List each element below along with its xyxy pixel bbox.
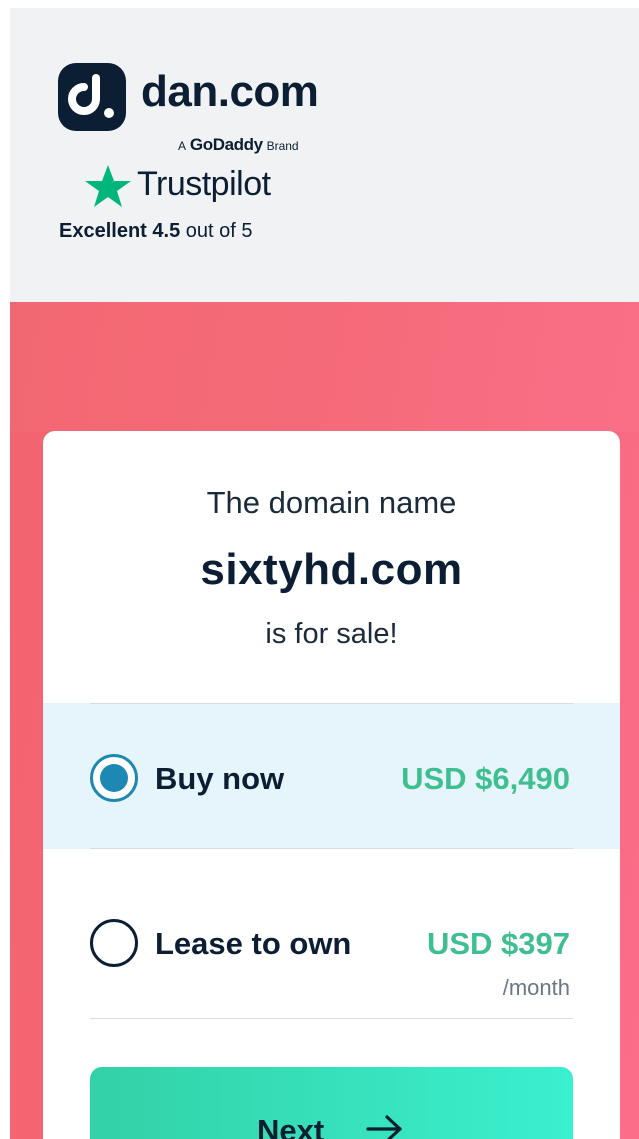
divider bbox=[90, 1018, 573, 1019]
hero-band bbox=[10, 302, 639, 432]
next-button[interactable]: Next bbox=[90, 1067, 573, 1139]
buy-now-radio[interactable] bbox=[90, 754, 138, 802]
sale-text: is for sale! bbox=[265, 618, 398, 650]
trustpilot-rating: Excellent 4.5 out of 5 bbox=[59, 221, 252, 241]
sale-card: The domain name sixtyhd.com is for sale!… bbox=[43, 431, 620, 1139]
header: dan.com A GoDaddy Brand Trustpilot Excel… bbox=[10, 8, 639, 302]
domain-name: sixtyhd.com bbox=[200, 545, 463, 594]
rating-label: Excellent bbox=[59, 220, 147, 242]
intro-text: The domain name bbox=[206, 485, 457, 520]
brand-suffix: Brand bbox=[266, 139, 299, 153]
brand-name: GoDaddy bbox=[189, 135, 263, 154]
option-label: Lease to own bbox=[155, 926, 352, 961]
star-icon bbox=[85, 165, 131, 207]
option-lease-to-own[interactable]: Lease to own USD $397 /month bbox=[43, 849, 620, 1019]
dan-logo-icon[interactable] bbox=[58, 63, 126, 131]
option-label: Buy now bbox=[155, 761, 285, 796]
rating-suffix: out of 5 bbox=[185, 220, 253, 242]
option-buy-now[interactable]: Buy now USD $6,490 bbox=[43, 703, 620, 849]
logo-text[interactable]: dan.com bbox=[141, 70, 319, 114]
next-button-label: Next bbox=[257, 1113, 325, 1139]
rating-value: 4.5 bbox=[152, 220, 181, 242]
divider bbox=[90, 703, 573, 704]
brand-prefix: A bbox=[178, 139, 187, 153]
page: dan.com A GoDaddy Brand Trustpilot Excel… bbox=[10, 8, 639, 1139]
lease-to-own-radio[interactable] bbox=[90, 919, 138, 967]
brand-line: A GoDaddy Brand bbox=[178, 136, 299, 153]
option-price-period: /month bbox=[502, 975, 570, 1000]
option-price: USD $397 bbox=[426, 926, 570, 961]
arrow-right-icon bbox=[366, 1115, 402, 1139]
option-price: USD $6,490 bbox=[401, 761, 570, 796]
trustpilot-text: Trustpilot bbox=[137, 165, 271, 203]
